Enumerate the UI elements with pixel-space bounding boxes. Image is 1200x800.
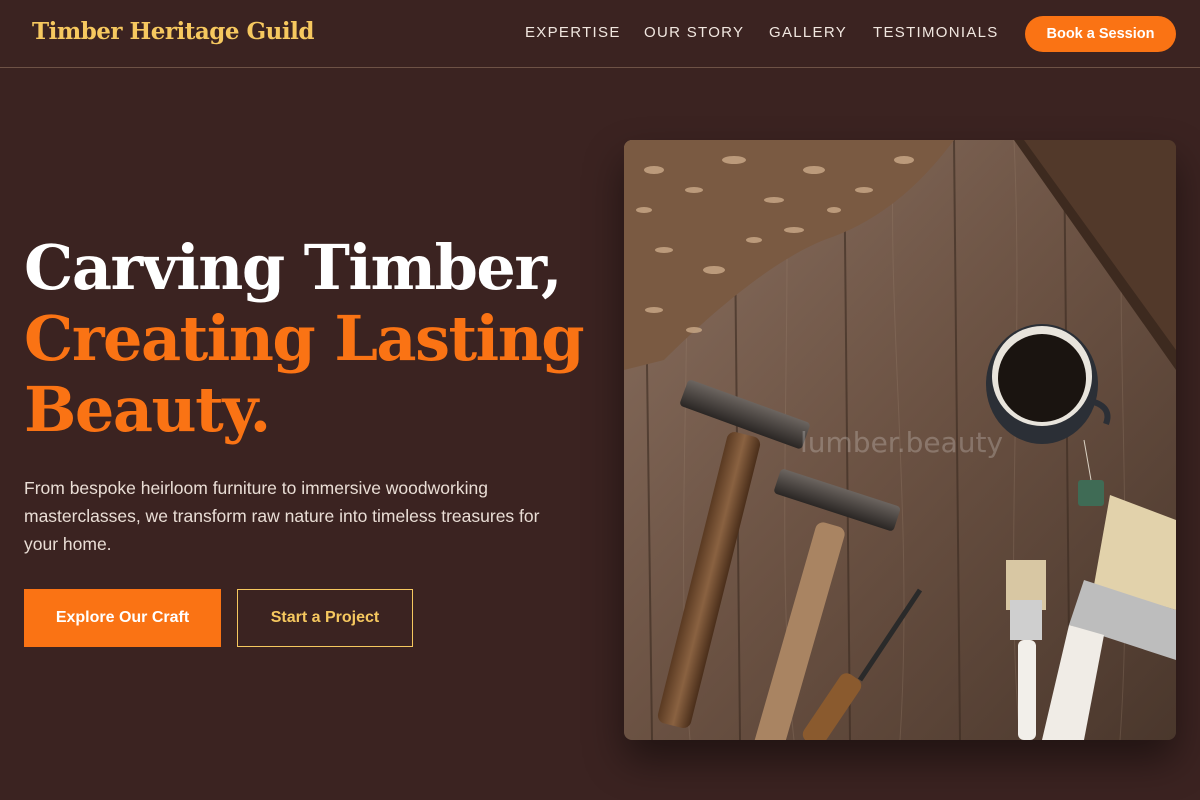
image-watermark: lumber.beauty [800,426,1004,459]
book-session-button[interactable]: Book a Session [1025,16,1176,52]
hero-title-line-2: Creating Lasting [24,302,585,375]
explore-craft-button[interactable]: Explore Our Craft [24,589,221,647]
start-project-button[interactable]: Start a Project [237,589,413,647]
hero-title-line-1: Carving Timber, [24,231,563,304]
nav-link-testimonials[interactable]: TESTIMONIALS [873,24,999,41]
nav-link-expertise[interactable]: EXPERTISE [525,24,621,41]
hero-image: lumber.beauty [624,140,1176,740]
hero-description: From bespoke heirloom furniture to immer… [24,478,540,554]
nav-link-our-story[interactable]: OUR STORY [644,24,744,41]
hero-title-line-3: Beauty. [24,373,271,446]
site-header: Timber Heritage Guild EXPERTISE OUR STOR… [0,0,1200,68]
nav-link-gallery[interactable]: GALLERY [769,24,847,41]
site-logo[interactable]: Timber Heritage Guild [32,18,314,45]
hero-title: Carving Timber, Creating Lasting Beauty. [24,232,604,445]
